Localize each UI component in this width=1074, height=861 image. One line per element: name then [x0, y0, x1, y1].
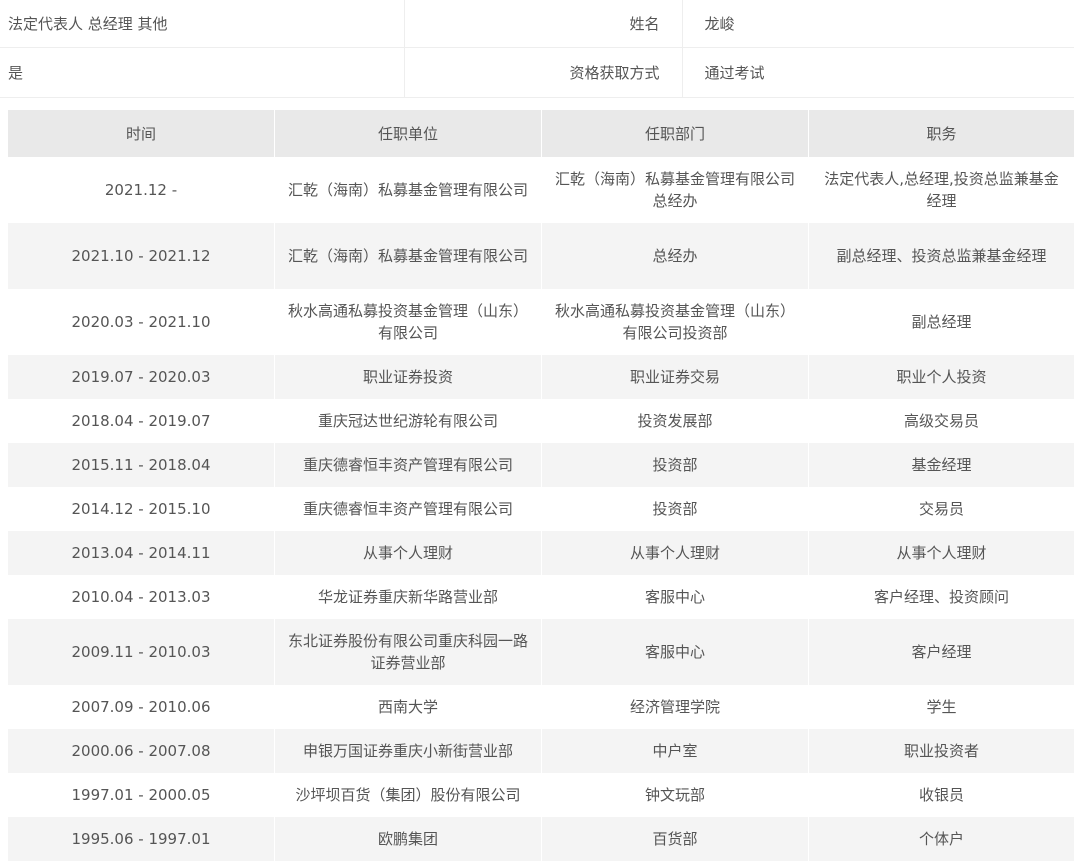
cell-time: 1995.06 - 1997.01 — [8, 817, 275, 861]
cell-position: 职业个人投资 — [809, 355, 1074, 399]
cell-position: 学生 — [809, 685, 1074, 729]
cell-company: 华龙证券重庆新华路营业部 — [275, 575, 542, 619]
cell-time: 2019.07 - 2020.03 — [8, 355, 275, 399]
table-row: 2020.03 - 2021.10 秋水高通私募投资基金管理（山东）有限公司 秋… — [8, 289, 1074, 355]
cell-company: 汇乾（海南）私募基金管理有限公司 — [275, 223, 542, 289]
header-time: 时间 — [8, 110, 275, 157]
career-header-row: 时间 任职单位 任职部门 职务 — [8, 110, 1074, 157]
table-row: 2015.11 - 2018.04 重庆德睿恒丰资产管理有限公司 投资部 基金经… — [8, 443, 1074, 487]
table-row: 1997.01 - 2000.05 沙坪坝百货（集团）股份有限公司 钟文玩部 收… — [8, 773, 1074, 817]
cell-department: 客服中心 — [542, 619, 809, 685]
header-company: 任职单位 — [275, 110, 542, 157]
cell-position: 交易员 — [809, 487, 1074, 531]
table-row: 2010.04 - 2013.03 华龙证券重庆新华路营业部 客服中心 客户经理… — [8, 575, 1074, 619]
cell-time: 2010.04 - 2013.03 — [8, 575, 275, 619]
cell-company: 东北证券股份有限公司重庆科园一路证券营业部 — [275, 619, 542, 685]
cell-position: 副总经理、投资总监兼基金经理 — [809, 223, 1074, 289]
header-position: 职务 — [809, 110, 1074, 157]
info-row-qualification: 是 资格获取方式 通过考试 — [0, 47, 1074, 98]
cell-department: 秋水高通私募投资基金管理（山东）有限公司投资部 — [542, 289, 809, 355]
info-row-name: 法定代表人 总经理 其他 姓名 龙峻 — [0, 0, 1074, 48]
table-row: 2013.04 - 2014.11 从事个人理财 从事个人理财 从事个人理财 — [8, 531, 1074, 575]
cell-company: 重庆冠达世纪游轮有限公司 — [275, 399, 542, 443]
qualification-label: 资格获取方式 — [403, 47, 683, 98]
cell-department: 投资部 — [542, 443, 809, 487]
table-row: 2021.12 - 汇乾（海南）私募基金管理有限公司 汇乾（海南）私募基金管理有… — [8, 157, 1074, 223]
cell-position: 高级交易员 — [809, 399, 1074, 443]
header-department: 任职部门 — [542, 110, 809, 157]
career-table: 时间 任职单位 任职部门 职务 2021.12 - 汇乾（海南）私募基金管理有限… — [8, 110, 1074, 861]
cell-time: 2014.12 - 2015.10 — [8, 487, 275, 531]
cell-position: 从事个人理财 — [809, 531, 1074, 575]
cell-company: 申银万国证券重庆小新街营业部 — [275, 729, 542, 773]
cell-time: 2020.03 - 2021.10 — [8, 289, 275, 355]
table-row: 2009.11 - 2010.03 东北证券股份有限公司重庆科园一路证券营业部 … — [8, 619, 1074, 685]
cell-department: 客服中心 — [542, 575, 809, 619]
cell-department: 投资部 — [542, 487, 809, 531]
cell-position: 职业投资者 — [809, 729, 1074, 773]
cell-time: 2021.12 - — [8, 157, 275, 223]
cell-position: 客户经理、投资顾问 — [809, 575, 1074, 619]
table-row: 2019.07 - 2020.03 职业证券投资 职业证券交易 职业个人投资 — [8, 355, 1074, 399]
name-label: 姓名 — [403, 0, 683, 48]
cell-time: 2021.10 - 2021.12 — [8, 223, 275, 289]
cell-company: 秋水高通私募投资基金管理（山东）有限公司 — [275, 289, 542, 355]
table-row: 2007.09 - 2010.06 西南大学 经济管理学院 学生 — [8, 685, 1074, 729]
cell-company: 沙坪坝百货（集团）股份有限公司 — [275, 773, 542, 817]
qualification-value: 通过考试 — [682, 47, 1074, 98]
cell-department: 百货部 — [542, 817, 809, 861]
roles-value: 法定代表人 总经理 其他 — [0, 0, 404, 48]
cell-time: 2015.11 - 2018.04 — [8, 443, 275, 487]
cell-position: 副总经理 — [809, 289, 1074, 355]
cell-position: 客户经理 — [809, 619, 1074, 685]
table-row: 1995.06 - 1997.01 欧鹏集团 百货部 个体户 — [8, 817, 1074, 861]
cell-company: 欧鹏集团 — [275, 817, 542, 861]
table-row: 2000.06 - 2007.08 申银万国证券重庆小新街营业部 中户室 职业投… — [8, 729, 1074, 773]
info-table: 法定代表人 总经理 其他 姓名 龙峻 是 资格获取方式 通过考试 — [0, 0, 1074, 98]
cell-company: 重庆德睿恒丰资产管理有限公司 — [275, 487, 542, 531]
cell-time: 2018.04 - 2019.07 — [8, 399, 275, 443]
cell-department: 总经办 — [542, 223, 809, 289]
cell-position: 收银员 — [809, 773, 1074, 817]
cell-company: 职业证券投资 — [275, 355, 542, 399]
flag-value: 是 — [0, 47, 404, 98]
cell-time: 2013.04 - 2014.11 — [8, 531, 275, 575]
cell-company: 从事个人理财 — [275, 531, 542, 575]
cell-time: 1997.01 - 2000.05 — [8, 773, 275, 817]
table-row: 2014.12 - 2015.10 重庆德睿恒丰资产管理有限公司 投资部 交易员 — [8, 487, 1074, 531]
cell-department: 中户室 — [542, 729, 809, 773]
cell-position: 法定代表人,总经理,投资总监兼基金经理 — [809, 157, 1074, 223]
cell-department: 钟文玩部 — [542, 773, 809, 817]
cell-time: 2000.06 - 2007.08 — [8, 729, 275, 773]
cell-department: 从事个人理财 — [542, 531, 809, 575]
table-row: 2018.04 - 2019.07 重庆冠达世纪游轮有限公司 投资发展部 高级交… — [8, 399, 1074, 443]
table-row: 2021.10 - 2021.12 汇乾（海南）私募基金管理有限公司 总经办 副… — [8, 223, 1074, 289]
cell-department: 投资发展部 — [542, 399, 809, 443]
cell-department: 职业证券交易 — [542, 355, 809, 399]
cell-position: 基金经理 — [809, 443, 1074, 487]
cell-time: 2009.11 - 2010.03 — [8, 619, 275, 685]
cell-company: 汇乾（海南）私募基金管理有限公司 — [275, 157, 542, 223]
cell-position: 个体户 — [809, 817, 1074, 861]
cell-time: 2007.09 - 2010.06 — [8, 685, 275, 729]
cell-department: 经济管理学院 — [542, 685, 809, 729]
cell-department: 汇乾（海南）私募基金管理有限公司总经办 — [542, 157, 809, 223]
name-value: 龙峻 — [682, 0, 1074, 48]
cell-company: 重庆德睿恒丰资产管理有限公司 — [275, 443, 542, 487]
cell-company: 西南大学 — [275, 685, 542, 729]
